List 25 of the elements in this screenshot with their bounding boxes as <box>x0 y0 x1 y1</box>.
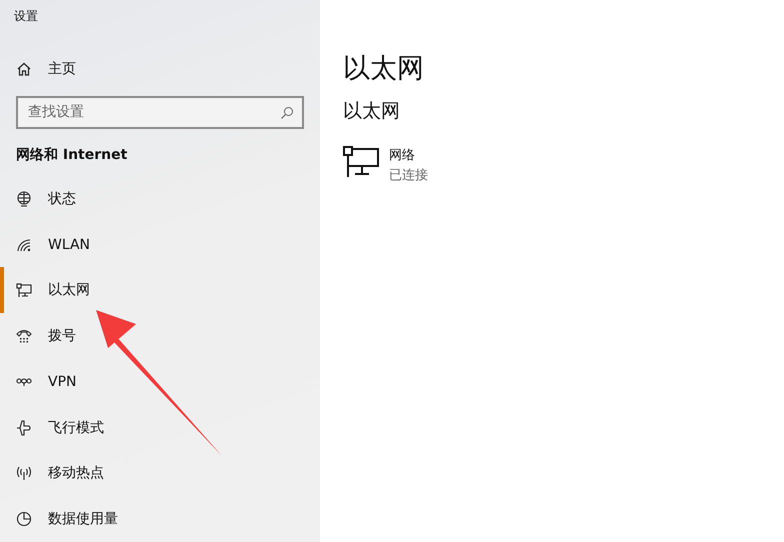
nav-item[interactable]: 飞行模式 <box>0 404 320 450</box>
globe-icon <box>16 190 32 207</box>
nav-item[interactable]: 数据使用量 <box>0 496 320 542</box>
nav-item[interactable]: 拨号 <box>0 313 320 359</box>
nav-item[interactable]: 状态 <box>0 176 320 222</box>
page-title: 以太网 <box>343 52 425 86</box>
nav-item[interactable]: VPN <box>0 358 320 405</box>
hotspot-icon <box>16 465 32 482</box>
home-link[interactable]: 主页 <box>16 60 320 78</box>
section-title: 以太网 <box>343 99 401 124</box>
home-icon <box>16 60 32 77</box>
nav-item[interactable]: WLAN <box>0 222 320 268</box>
phone-icon <box>16 328 32 344</box>
search-icon <box>280 106 294 120</box>
airplane-icon <box>16 420 32 436</box>
nav-item[interactable]: 移动热点 <box>0 450 320 496</box>
section-heading: 网络和 Internet <box>16 146 128 164</box>
ethernet-icon <box>16 282 32 298</box>
nav-item[interactable]: 以太网 <box>0 267 320 314</box>
search-field[interactable]: 查找设置 <box>16 96 304 129</box>
ethernet-icon <box>343 146 379 178</box>
window-title: 设置 <box>13 8 39 25</box>
pie-chart-icon <box>16 511 32 528</box>
network-item[interactable]: 网络 已连接 <box>343 146 784 186</box>
wifi-icon <box>16 236 32 253</box>
